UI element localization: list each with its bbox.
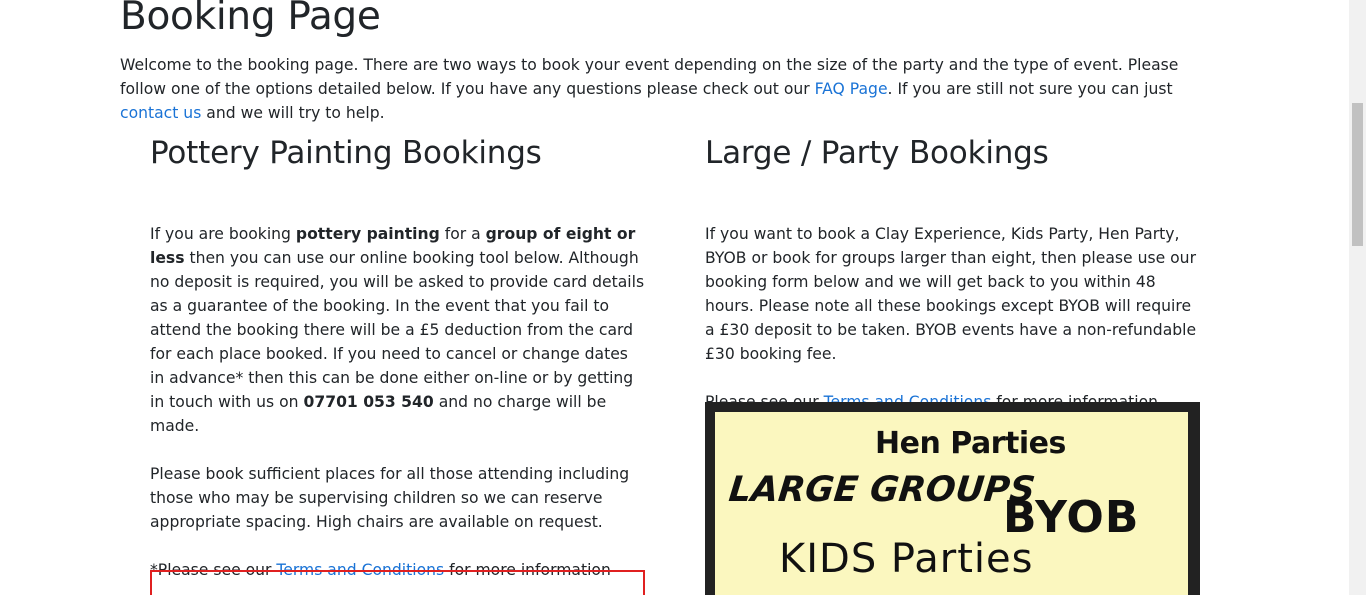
booking-tool-frame[interactable] (150, 570, 645, 595)
pottery-painting-heading: Pottery Painting Bookings (150, 135, 542, 171)
large-party-section: Large / Party Bookings If you want to bo… (705, 128, 1200, 414)
scrollbar-thumb[interactable] (1352, 103, 1363, 246)
poster-kids-parties: KIDS Parties (779, 536, 1034, 582)
phone-number: 07701 053 540 (303, 393, 434, 411)
pottery-paragraph-2: Please book sufficient places for all th… (150, 465, 630, 531)
poster-large-groups: LARGE GROUPS (726, 470, 1037, 510)
faq-link[interactable]: FAQ Page (815, 80, 888, 98)
intro-text: Welcome to the booking page. There are t… (120, 53, 1210, 125)
vertical-scrollbar[interactable] (1349, 0, 1366, 595)
large-paragraph-1: If you want to book a Clay Experience, K… (705, 225, 1197, 363)
bold-text: pottery painting (295, 225, 440, 243)
page-title: Booking Page (120, 0, 381, 39)
party-poster-image: Hen Parties LARGE GROUPS BYOB KIDS Parti… (705, 402, 1200, 595)
text: for a (439, 225, 486, 243)
text: If you are booking (150, 225, 296, 243)
poster-inner: Hen Parties LARGE GROUPS BYOB KIDS Parti… (715, 412, 1188, 595)
text: then you can use our online booking tool… (150, 249, 645, 411)
booking-page: Booking Page Welcome to the booking page… (0, 0, 1349, 595)
poster-hen-parties: Hen Parties (875, 426, 1066, 461)
intro-text-part: . If you are still not sure you can just (887, 80, 1173, 98)
large-party-heading: Large / Party Bookings (705, 135, 1049, 171)
pottery-paragraph-1: If you are booking pottery painting for … (150, 222, 645, 438)
pottery-painting-section: Pottery Painting Bookings If you are boo… (150, 128, 645, 582)
contact-us-link[interactable]: contact us (120, 104, 201, 122)
intro-text-part: and we will try to help. (201, 104, 385, 122)
